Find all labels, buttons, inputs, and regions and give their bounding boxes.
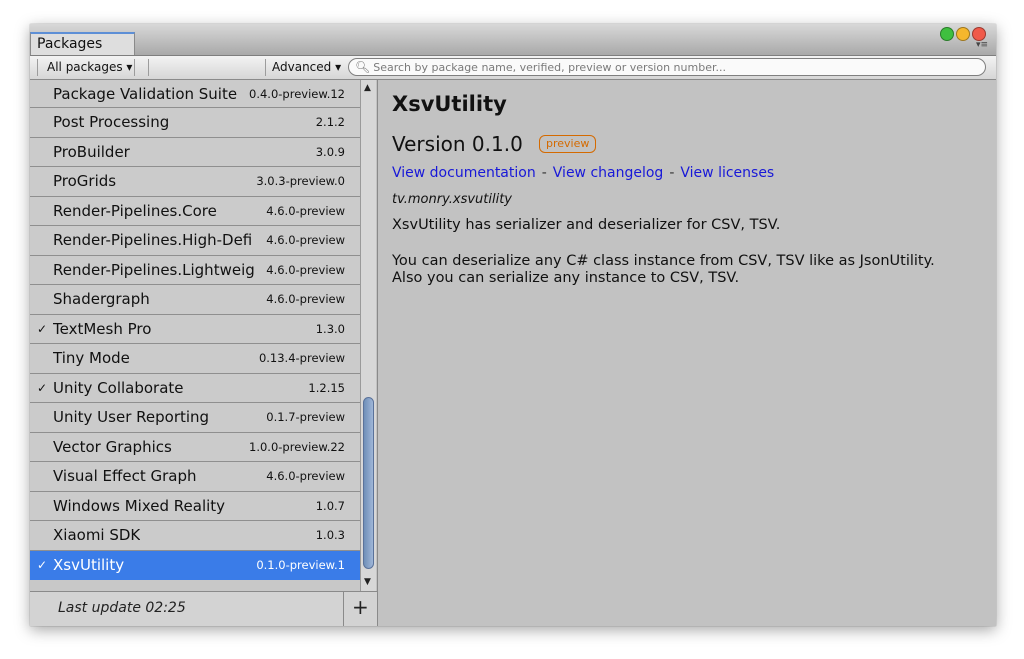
- minimize-button[interactable]: [956, 27, 970, 41]
- package-row[interactable]: Xiaomi SDK 1.0.3: [30, 521, 360, 551]
- package-row[interactable]: Render-Pipelines.Core 4.6.0-preview: [30, 196, 360, 226]
- close-button[interactable]: [972, 27, 986, 41]
- package-name: Render-Pipelines.High-Defi: [53, 231, 253, 250]
- add-package-button[interactable]: +: [352, 595, 369, 619]
- package-name: Windows Mixed Reality: [53, 496, 226, 515]
- package-row[interactable]: Shadergraph 4.6.0-preview: [30, 285, 360, 315]
- package-version-label: 3.0.9: [315, 144, 345, 159]
- window-menu-icon[interactable]: ▾≡: [976, 41, 988, 50]
- package-name: Unity User Reporting: [53, 408, 210, 427]
- scroll-down-arrow-icon[interactable]: ▼: [364, 577, 371, 587]
- package-version-label: 2.1.2: [315, 115, 345, 130]
- package-version-label: 4.6.0-preview: [266, 469, 345, 484]
- package-version-label: 3.0.3-preview.0: [256, 174, 345, 189]
- package-version-label: 1.0.0-preview.22: [249, 439, 345, 454]
- search-icon: 🔍︎: [355, 60, 371, 74]
- package-row[interactable]: Unity User Reporting 0.1.7-preview: [30, 403, 360, 433]
- package-row[interactable]: ✓ Unity Collaborate 1.2.15: [30, 373, 360, 403]
- toolbar-divider: [37, 59, 38, 76]
- package-name: Vector Graphics: [53, 437, 172, 456]
- toolbar-divider: [265, 59, 266, 76]
- package-version-label: 4.6.0-preview: [266, 203, 345, 218]
- package-title: XsvUtility: [392, 92, 507, 116]
- package-name: ProBuilder: [53, 142, 130, 161]
- advanced-dropdown[interactable]: Advanced ▾: [272, 58, 341, 77]
- package-row[interactable]: Post Processing 2.1.2: [30, 108, 360, 138]
- installed-check-icon: ✓: [37, 321, 48, 336]
- package-version-label: 1.3.0: [315, 321, 345, 336]
- package-version-label: 4.6.0-preview: [266, 292, 345, 307]
- package-row[interactable]: Render-Pipelines.High-Defi 4.6.0-preview: [30, 226, 360, 256]
- package-row[interactable]: Package Validation Suite 0.4.0-preview.12: [30, 80, 360, 108]
- package-version-label: 0.1.7-preview: [266, 410, 345, 425]
- package-version-label: 1.0.7: [315, 498, 345, 513]
- package-name: Render-Pipelines.Lightweig: [53, 260, 255, 279]
- installed-check-icon: ✓: [37, 380, 48, 395]
- package-detail-pane: XsvUtility Version 0.1.0 preview View do…: [378, 80, 996, 626]
- package-version-label: 1.0.3: [315, 528, 345, 543]
- tab-packages[interactable]: Packages: [30, 32, 135, 55]
- link-separator: -: [541, 165, 547, 181]
- package-name: Post Processing: [53, 113, 170, 132]
- view-documentation-link[interactable]: View documentation: [392, 165, 536, 181]
- package-row[interactable]: ProGrids 3.0.3-preview.0: [30, 167, 360, 197]
- toolbar-divider: [134, 59, 135, 76]
- package-description-extended: You can deserialize any C# class instanc…: [392, 253, 935, 287]
- scroll-up-arrow-icon[interactable]: ▲: [364, 83, 371, 93]
- package-links: View documentation - View changelog - View l…: [392, 165, 774, 181]
- description-line: You can deserialize any C# class instanc…: [392, 253, 935, 269]
- package-row[interactable]: Visual Effect Graph 4.6.0-preview: [30, 462, 360, 492]
- package-name: Package Validation Suite: [53, 84, 238, 103]
- package-name: Tiny Mode: [53, 349, 130, 368]
- package-name: Render-Pipelines.Core: [53, 201, 217, 220]
- package-name: Visual Effect Graph: [53, 467, 197, 486]
- filter-dropdown[interactable]: All packages ▾: [47, 58, 132, 77]
- package-version: Version 0.1.0: [392, 132, 523, 156]
- status-divider: [343, 592, 344, 626]
- package-name: ProGrids: [53, 172, 117, 191]
- package-name: Xiaomi SDK: [53, 526, 141, 545]
- toolbar-divider: [148, 59, 149, 76]
- package-row[interactable]: ✓ XsvUtility 0.1.0-preview.1: [30, 550, 360, 580]
- search-box[interactable]: 🔍︎: [348, 58, 986, 76]
- package-list-scrollbar[interactable]: ▲ ▼: [360, 80, 376, 591]
- link-separator: -: [669, 165, 675, 181]
- package-row[interactable]: ✓ TextMesh Pro 1.3.0: [30, 314, 360, 344]
- package-row[interactable]: Windows Mixed Reality 1.0.7: [30, 491, 360, 521]
- package-row[interactable]: Tiny Mode 0.13.4-preview: [30, 344, 360, 374]
- package-version-label: 0.4.0-preview.12: [249, 86, 345, 101]
- package-name: Unity Collaborate: [53, 378, 184, 397]
- search-input[interactable]: [373, 60, 954, 74]
- package-name: XsvUtility: [53, 555, 125, 574]
- package-id: tv.monry.xsvutility: [392, 192, 513, 207]
- package-row[interactable]: Vector Graphics 1.0.0-preview.22: [30, 432, 360, 462]
- scrollbar-thumb[interactable]: [363, 397, 374, 569]
- package-version-label: 1.2.15: [308, 380, 345, 395]
- package-row[interactable]: Render-Pipelines.Lightweig 4.6.0-preview: [30, 255, 360, 285]
- package-name: TextMesh Pro: [53, 319, 152, 338]
- package-row[interactable]: ProBuilder 3.0.9: [30, 137, 360, 167]
- package-manager-window: Packages ▾≡ All packages ▾ Advanced ▾ 🔍︎…: [30, 24, 996, 626]
- view-licenses-link[interactable]: View licenses: [680, 165, 774, 181]
- package-description: XsvUtility has serializer and deserializ…: [392, 217, 781, 233]
- package-list: Package Validation Suite 0.4.0-preview.12…: [30, 80, 360, 591]
- package-version-label: 0.13.4-preview: [258, 351, 345, 366]
- description-line: Also you can serialize any instance to C…: [392, 270, 740, 286]
- view-changelog-link[interactable]: View changelog: [553, 165, 664, 181]
- last-update-label: Last update 02:25: [58, 600, 186, 616]
- package-name: Shadergraph: [53, 290, 150, 309]
- title-bar: Packages ▾≡: [30, 24, 996, 56]
- package-version-label: 4.6.0-preview: [266, 262, 345, 277]
- package-version-label: 0.1.0-preview.1: [256, 557, 345, 572]
- window-controls: [940, 27, 986, 41]
- status-bar: Last update 02:25 +: [30, 591, 377, 626]
- package-version-label: 4.6.0-preview: [266, 233, 345, 248]
- preview-badge: preview: [539, 135, 597, 153]
- installed-check-icon: ✓: [37, 557, 48, 572]
- maximize-button[interactable]: [940, 27, 954, 41]
- toolbar: All packages ▾ Advanced ▾ 🔍︎: [30, 56, 996, 80]
